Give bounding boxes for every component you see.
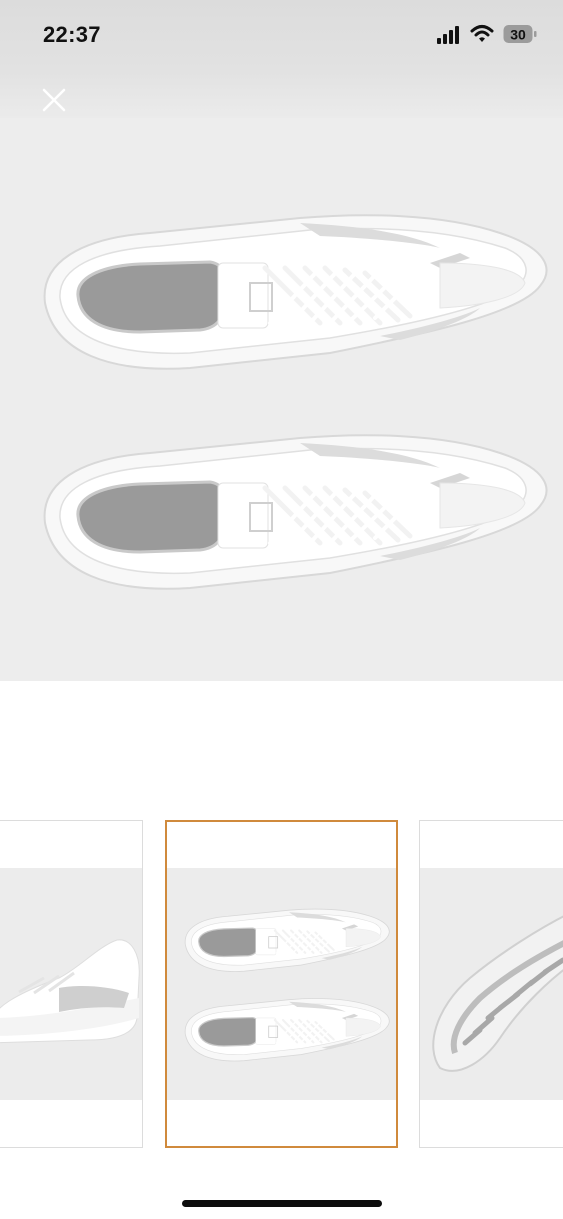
thumbnail-top-view[interactable] xyxy=(165,820,398,1148)
thumbnail-side-view[interactable] xyxy=(0,820,143,1148)
status-time: 22:37 xyxy=(43,22,101,47)
thumbnail-outsole-view[interactable] xyxy=(419,820,563,1148)
shoe-outsole-view xyxy=(432,915,563,1072)
wifi-icon xyxy=(470,25,494,42)
status-bar: 22:37 30 xyxy=(0,0,563,72)
battery-level: 30 xyxy=(510,27,526,43)
cellular-signal-icon xyxy=(437,26,459,44)
close-icon[interactable] xyxy=(38,84,70,116)
shoe-pair-top-view xyxy=(184,908,391,1062)
main-product-image[interactable] xyxy=(0,118,563,681)
gallery-header xyxy=(0,72,563,118)
thumbnail-strip xyxy=(0,820,563,1150)
home-indicator[interactable] xyxy=(182,1200,382,1207)
shoe-pair-top-view xyxy=(0,118,563,681)
battery-icon: 30 xyxy=(503,25,537,43)
shoe-side-view xyxy=(0,939,140,1044)
